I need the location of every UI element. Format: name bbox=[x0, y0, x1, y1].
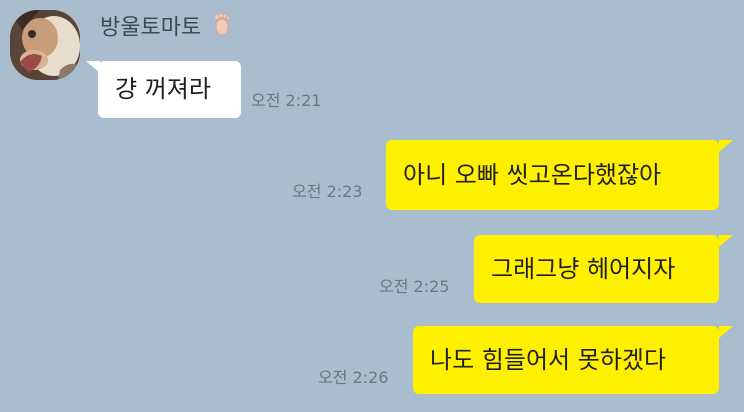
foot-icon bbox=[212, 12, 232, 45]
outgoing-bubble-tail bbox=[719, 235, 733, 247]
sender-name: 방울토마토 bbox=[100, 15, 202, 41]
outgoing-bubble-tail bbox=[719, 326, 733, 338]
message-time: 오전 2:21 bbox=[251, 91, 322, 110]
message-time: 오전 2:26 bbox=[318, 368, 389, 387]
message-time: 오전 2:23 bbox=[292, 182, 363, 201]
outgoing-bubble-tail bbox=[719, 140, 733, 152]
avatar-image bbox=[10, 10, 80, 80]
message-bubble-incoming[interactable]: 걍 꺼져라 bbox=[98, 61, 241, 118]
message-bubble-outgoing[interactable]: 아니 오빠 씻고온다했잖아 bbox=[386, 140, 719, 210]
message-bubble-outgoing[interactable]: 그래그냥 헤어지자 bbox=[474, 235, 719, 303]
sender-name-row: 방울토마토 bbox=[100, 12, 232, 45]
avatar[interactable] bbox=[10, 10, 80, 80]
message-bubble-outgoing[interactable]: 나도 힘들어서 못하겠다 bbox=[413, 326, 719, 394]
chat-view: 방울토마토 걍 꺼져라 오전 2:21 아니 오빠 씻고온다했잖아 오전 2:2… bbox=[0, 0, 744, 412]
message-time: 오전 2:25 bbox=[379, 277, 450, 296]
